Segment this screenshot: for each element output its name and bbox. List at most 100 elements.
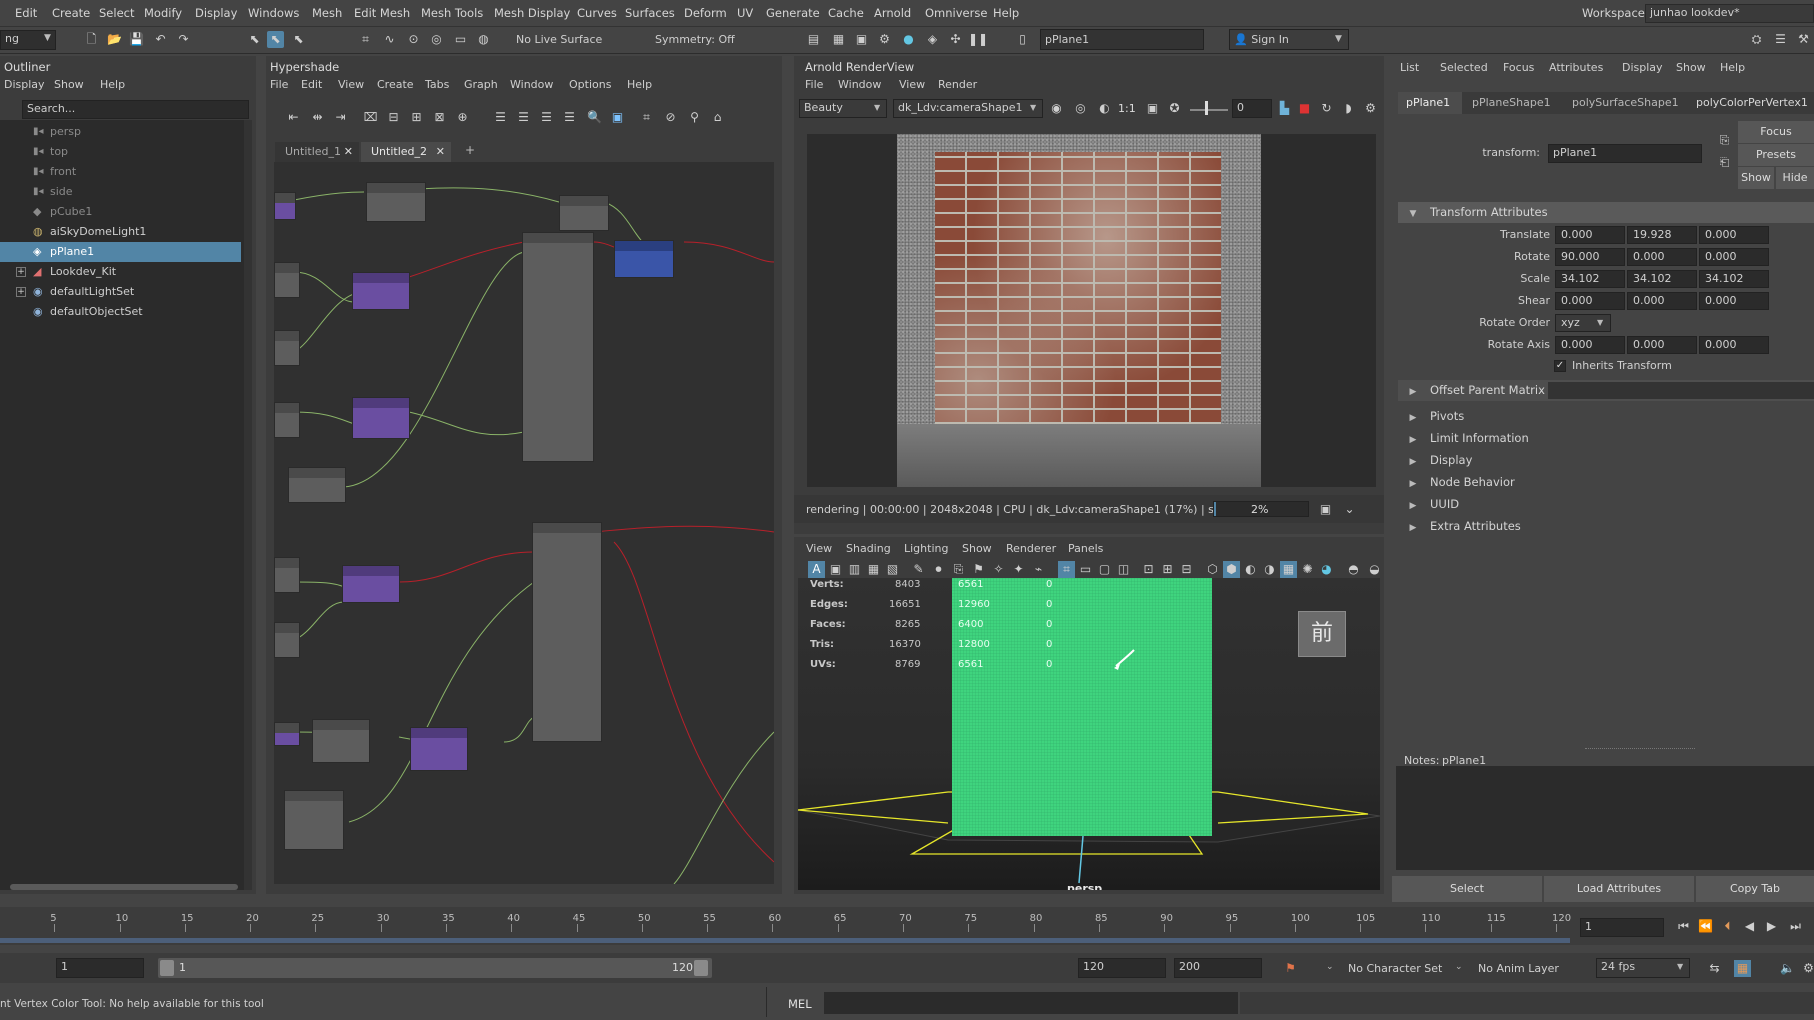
safe-title-icon[interactable]: ⊞ xyxy=(1159,561,1176,578)
menu-help[interactable]: Help xyxy=(993,6,1019,20)
ipr-toggle-icon[interactable]: ▙ xyxy=(1276,100,1293,117)
playblast-icon[interactable]: ⏺ xyxy=(930,561,947,578)
rv-menu-view[interactable]: View xyxy=(899,78,925,91)
clear-graph-icon[interactable]: ⊟ xyxy=(385,109,402,126)
camera-attr-icon[interactable]: ▣ xyxy=(827,561,844,578)
menu-generate[interactable]: Generate xyxy=(766,6,820,20)
add-tab-icon[interactable]: + xyxy=(465,143,475,157)
section-transform-attributes[interactable]: ▼ Transform Attributes xyxy=(1398,202,1814,223)
expand-log-icon[interactable]: ⌄ xyxy=(1341,501,1358,518)
hs-menu-options[interactable]: Options xyxy=(569,78,611,91)
section-pivots[interactable]: ▶ Pivots xyxy=(1398,406,1814,427)
ae-menu-focus[interactable]: Focus xyxy=(1503,61,1534,74)
shader-node[interactable] xyxy=(614,240,674,278)
sidebar-toggle-icon[interactable]: ▯ xyxy=(1014,31,1031,48)
ae-tab-pplaneshape1[interactable]: pPlaneShape1 xyxy=(1466,92,1562,114)
go-to-start-icon[interactable]: ⏮ xyxy=(1675,918,1692,935)
outliner-hscrollbar[interactable] xyxy=(10,884,238,890)
region-render-icon[interactable]: ◉ xyxy=(1048,100,1065,117)
tool-brush-icon[interactable]: ⌁ xyxy=(1030,561,1047,578)
debug-shading-icon[interactable]: ◗ xyxy=(1340,100,1357,117)
close-icon[interactable]: ✕ xyxy=(344,142,353,162)
outliner-item-defaultobjectset[interactable]: ◉ defaultObjectSet xyxy=(0,302,240,322)
transform-name-field[interactable]: pPlane1 xyxy=(1548,144,1702,163)
snap-view-icon[interactable]: ▭ xyxy=(452,31,469,48)
vp-menu-renderer[interactable]: Renderer xyxy=(1006,542,1056,555)
hypershade-icon[interactable]: ◈ xyxy=(924,31,941,48)
outliner-item-front[interactable]: ▮◂ front xyxy=(0,162,240,182)
select-button[interactable]: Select xyxy=(1392,876,1542,902)
section-extra-attributes[interactable]: ▶ Extra Attributes xyxy=(1398,516,1814,537)
vp-menu-show[interactable]: Show xyxy=(962,542,992,555)
outliner-item-pplane1[interactable]: ◈ pPlane1 xyxy=(0,242,241,262)
hide-button[interactable]: Hide xyxy=(1776,167,1814,189)
object-name-field[interactable]: pPlane1 xyxy=(1040,29,1204,50)
workspace-dropdown[interactable]: junhao lookdev* xyxy=(1645,4,1814,23)
pin-icon[interactable]: ⚑ xyxy=(970,561,987,578)
snapshot-icon[interactable]: ◐ xyxy=(1096,100,1113,117)
vp-menu-panels[interactable]: Panels xyxy=(1068,542,1103,555)
shear-x-field[interactable]: 0.000 xyxy=(1555,292,1625,310)
snap-surface-icon[interactable]: ◍ xyxy=(475,31,492,48)
pause-icon[interactable]: ❚❚ xyxy=(968,31,988,48)
stop-render-icon[interactable]: ■ xyxy=(1296,100,1313,117)
lasso-tool-icon[interactable]: ⬉ xyxy=(267,31,284,48)
go-to-output-icon[interactable]: ⎗ xyxy=(1716,154,1733,171)
rv-menu-file[interactable]: File xyxy=(805,78,823,91)
lights-icon[interactable]: ✺ xyxy=(1299,561,1316,578)
ipr-render-icon[interactable]: ▣ xyxy=(853,31,870,48)
translate-z-field[interactable]: 0.000 xyxy=(1699,226,1769,244)
layout-icon[interactable]: ⊠ xyxy=(431,109,448,126)
settings-icon[interactable]: ⚙ xyxy=(1362,100,1379,117)
ae-tab-polysurfaceshape1[interactable]: polySurfaceShape1 xyxy=(1566,92,1686,114)
render-frame-icon[interactable]: ▦ xyxy=(830,31,847,48)
exposure-field[interactable]: 0 xyxy=(1232,99,1272,118)
graph-input-icon[interactable]: ⇤ xyxy=(285,109,302,126)
camera-lock-icon[interactable]: ⎘ xyxy=(950,561,967,578)
shader-node[interactable] xyxy=(352,397,410,439)
ae-menu-help[interactable]: Help xyxy=(1720,61,1745,74)
hs-menu-view[interactable]: View xyxy=(338,78,364,91)
loop-icon[interactable]: ⇆ xyxy=(1706,960,1723,977)
crop-icon[interactable]: ▣ xyxy=(1144,100,1161,117)
isolate-icon[interactable]: ✧ xyxy=(990,561,1007,578)
menu-edit-mesh[interactable]: Edit Mesh xyxy=(354,6,410,20)
shader-node[interactable] xyxy=(312,719,370,763)
field-chart-icon[interactable]: ◫ xyxy=(1115,561,1132,578)
snap-grid-icon[interactable]: ⌗ xyxy=(357,31,374,48)
menu-arnold[interactable]: Arnold xyxy=(874,6,911,20)
attribute-editor-icon[interactable]: ☰ xyxy=(1772,31,1789,48)
shader-node[interactable] xyxy=(274,557,300,593)
snap-point-icon[interactable]: ⊙ xyxy=(405,31,422,48)
translate-x-field[interactable]: 0.000 xyxy=(1555,226,1625,244)
close-icon[interactable]: ✕ xyxy=(436,142,445,162)
hs-menu-tabs[interactable]: Tabs xyxy=(425,78,449,91)
snap-curve-icon[interactable]: ∿ xyxy=(381,31,398,48)
image-plane-icon[interactable]: ▦ xyxy=(865,561,882,578)
resolution-gate-icon[interactable]: ▢ xyxy=(1096,561,1113,578)
shader-node[interactable] xyxy=(342,565,400,603)
hs-menu-window[interactable]: Window xyxy=(510,78,553,91)
menu-display[interactable]: Display xyxy=(195,6,237,20)
sign-in-button[interactable]: 👤 Sign In xyxy=(1229,29,1349,50)
shader-node[interactable] xyxy=(410,727,468,771)
color-icon[interactable]: ✪ xyxy=(1166,100,1183,117)
shadows-icon[interactable]: ▦ xyxy=(1280,561,1297,578)
copy-tab-button[interactable]: Copy Tab xyxy=(1696,876,1814,902)
rotate-x-field[interactable]: 90.000 xyxy=(1555,248,1625,266)
script-language-toggle[interactable]: MEL xyxy=(788,997,812,1011)
textured-icon[interactable]: ◑ xyxy=(1261,561,1278,578)
grid-toggle-icon[interactable]: ⌗ xyxy=(638,109,655,126)
section-uuid[interactable]: ▶ UUID xyxy=(1398,494,1814,515)
vp-menu-shading[interactable]: Shading xyxy=(846,542,891,555)
save-scene-icon[interactable]: 💾 xyxy=(128,31,145,48)
full-view-icon[interactable]: ☰ xyxy=(538,109,555,126)
ae-menu-list[interactable]: List xyxy=(1400,61,1419,74)
new-scene-icon[interactable]: 🗋 xyxy=(83,31,100,48)
range-start-handle[interactable] xyxy=(160,960,174,976)
simple-view-icon[interactable]: ☰ xyxy=(492,109,509,126)
outliner-menu-help[interactable]: Help xyxy=(100,78,125,91)
tab-untitled-2[interactable]: Untitled_2 ✕ xyxy=(361,142,451,162)
rotate-axis-z-field[interactable]: 0.000 xyxy=(1699,336,1769,354)
menu-deform[interactable]: Deform xyxy=(684,6,727,20)
